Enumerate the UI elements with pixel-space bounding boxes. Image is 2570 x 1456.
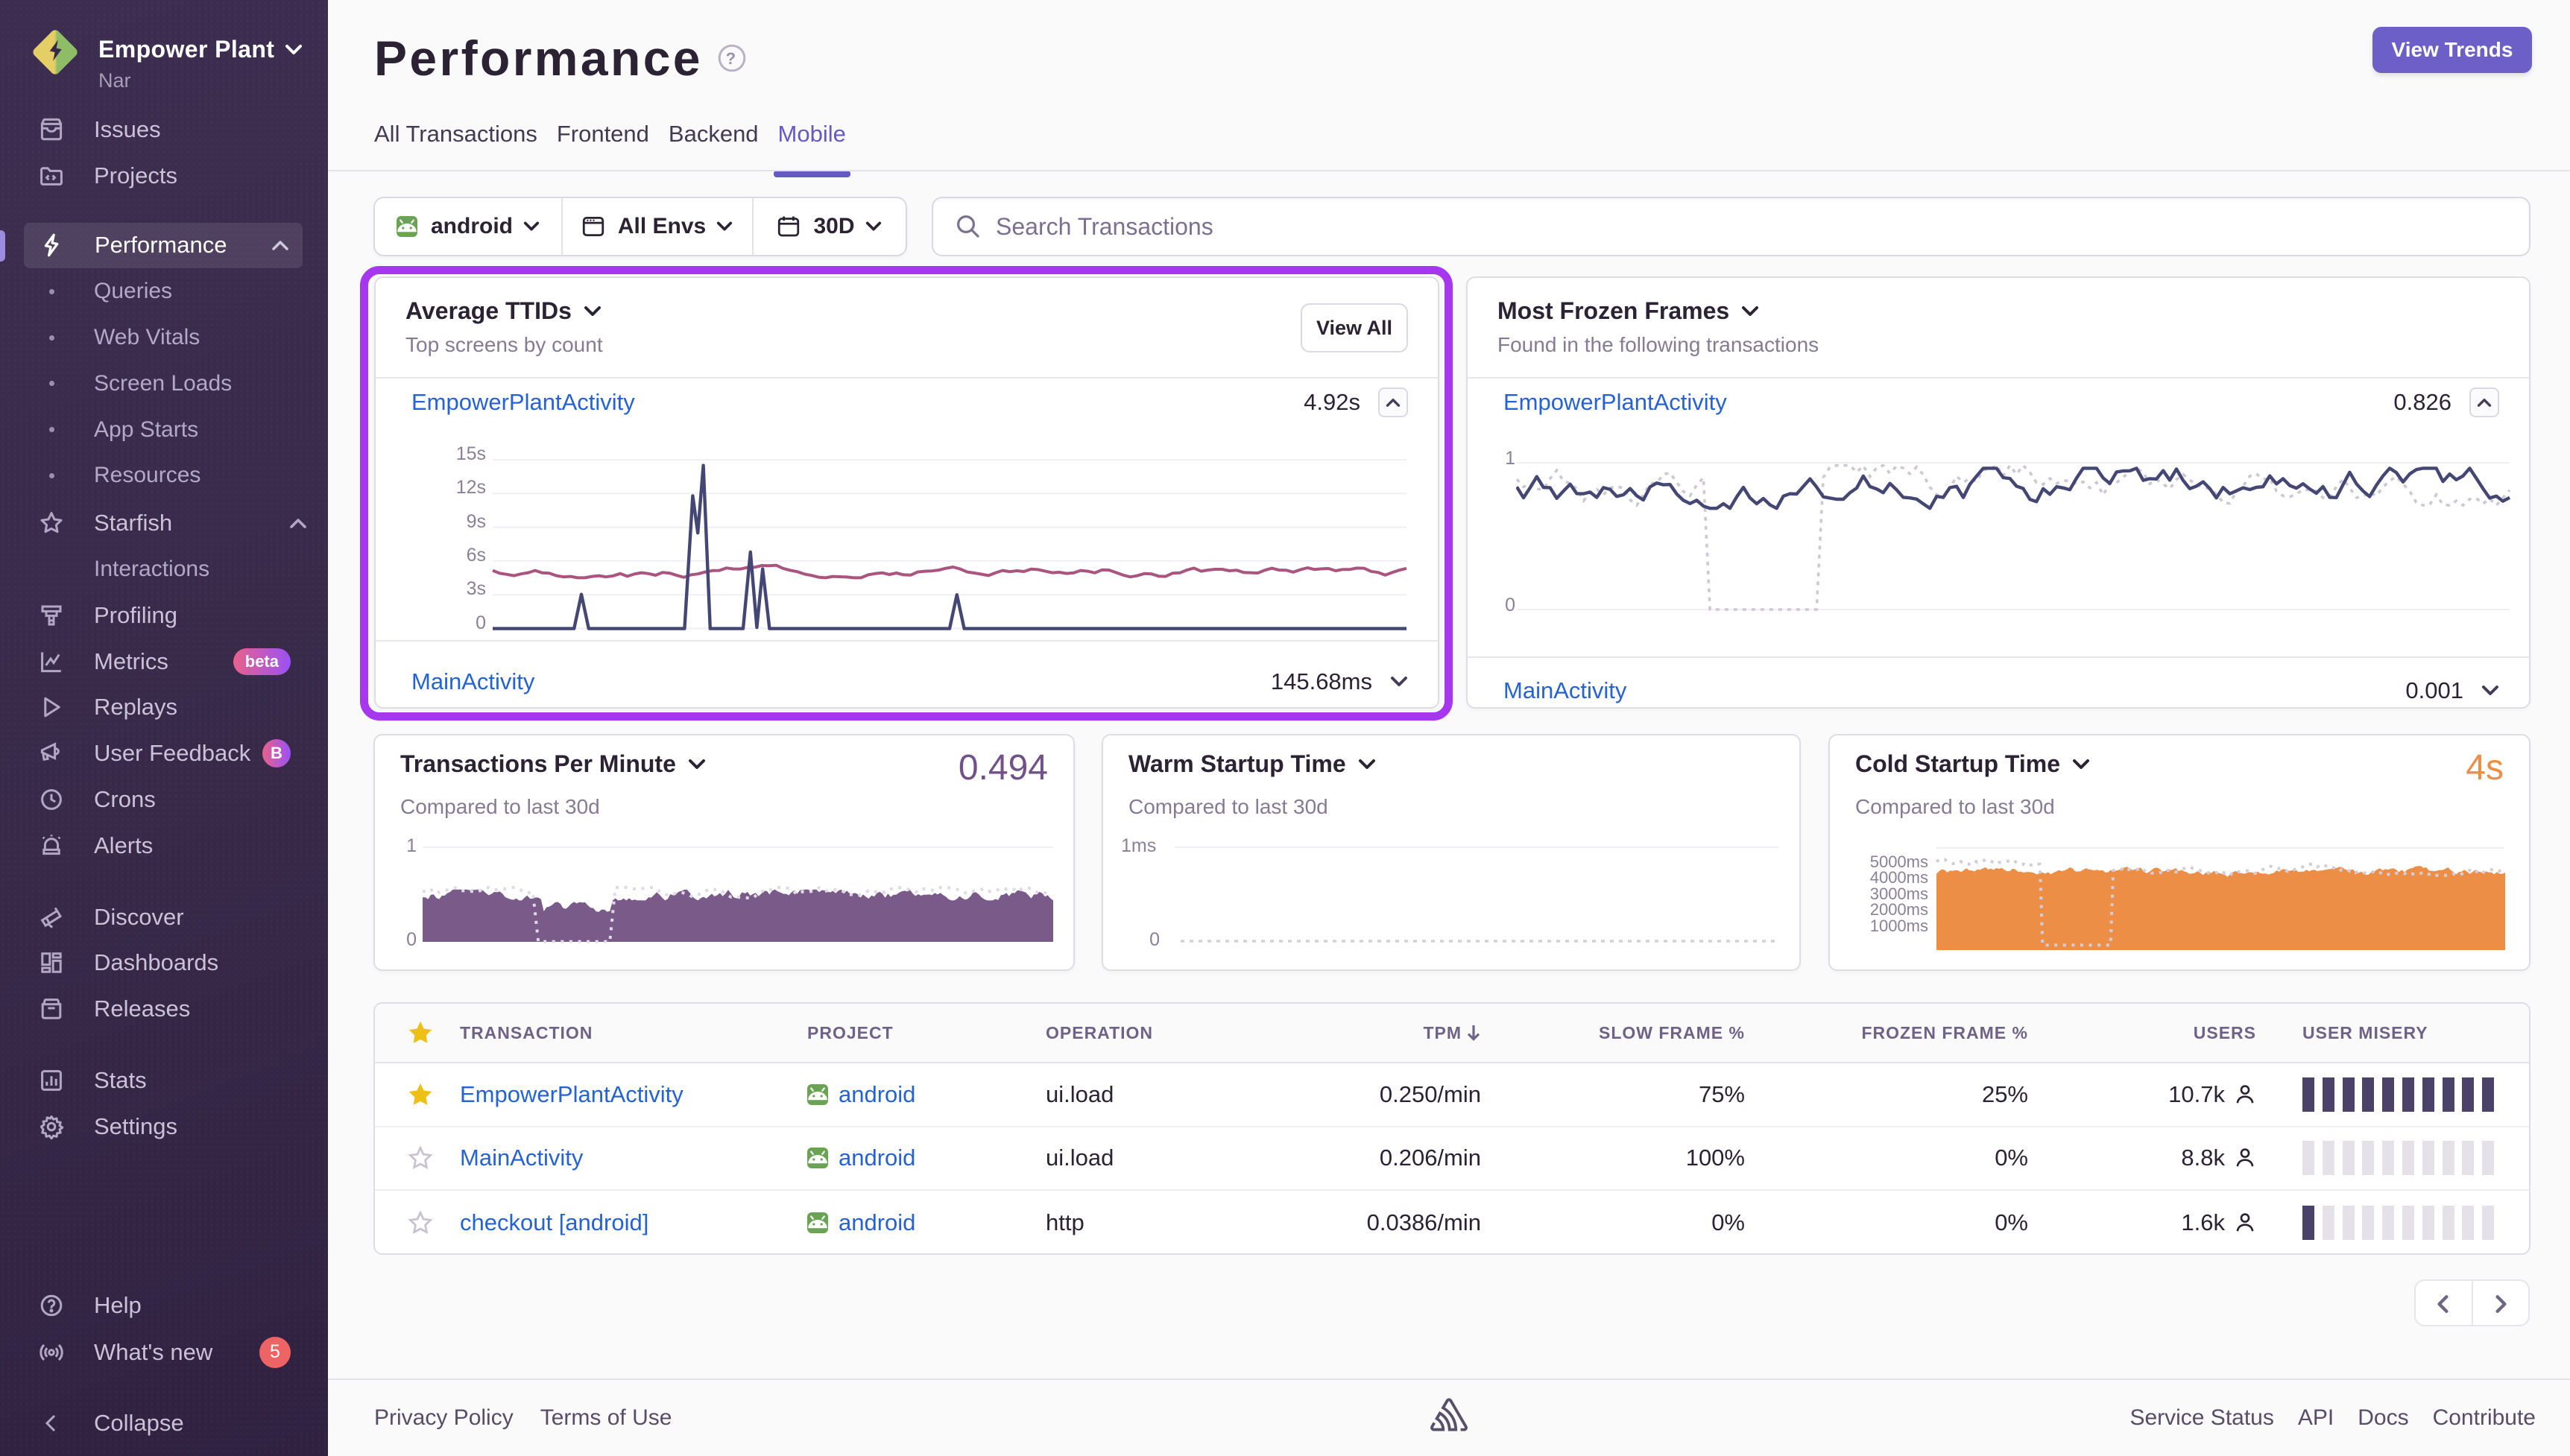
svg-text:?: ? xyxy=(726,49,739,68)
